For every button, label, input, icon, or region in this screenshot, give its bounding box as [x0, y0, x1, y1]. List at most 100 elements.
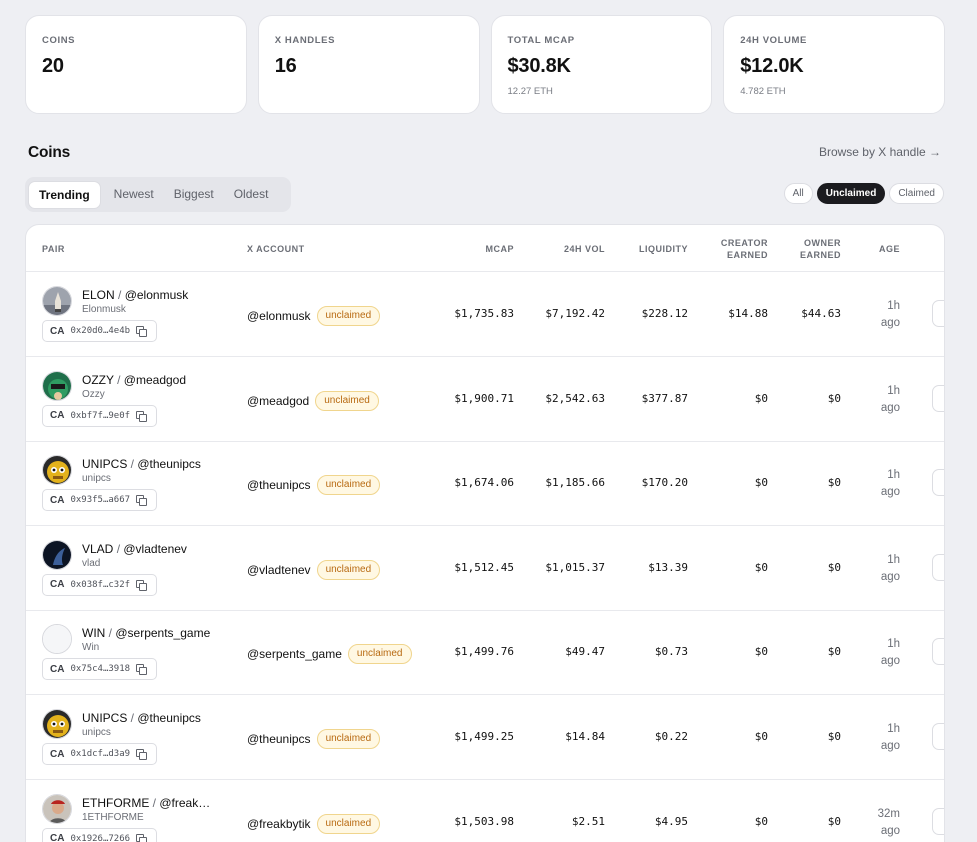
pair-separator: / [114, 288, 125, 302]
row-action-button[interactable] [932, 638, 944, 666]
age-suffix: ago [880, 317, 900, 329]
person-avatar [42, 793, 72, 824]
yellow-character-avatar [42, 455, 72, 486]
contract-address-copy[interactable]: CA 0x038f…c32f [42, 573, 157, 596]
creator-earned-value: $14.88 [728, 307, 768, 320]
owner-earned-value: $0 [827, 476, 841, 490]
filter-all[interactable]: All [783, 183, 813, 204]
table-row[interactable]: VLAD / @vladtenev vlad CA 0x038f…c32f @vladt… [26, 526, 944, 611]
stat-label: 24H VOLUME [740, 35, 807, 46]
filter-unclaimed[interactable]: Unclaimed [816, 183, 886, 204]
contract-address: 0x038f…c32f [70, 579, 131, 590]
mcap-value: $1,674.06 [454, 476, 514, 490]
contract-address-copy[interactable]: CA 0x1926…7266 [42, 827, 157, 842]
creator-earned-value: $0 [754, 645, 768, 659]
tab-biggest[interactable]: Biggest [164, 181, 224, 208]
row-action-button[interactable] [932, 300, 944, 327]
stat-value: $30.8K [507, 55, 571, 77]
contract-address-copy[interactable]: CA 0x20d0…4e4b [42, 320, 157, 342]
row-action-button[interactable] [932, 807, 944, 835]
stat-label: COINS [42, 35, 76, 46]
creator-earned-value: $0 [754, 814, 768, 828]
pair-handle: @theunipcs [137, 457, 201, 472]
mcap-value: $1,503.98 [454, 814, 514, 828]
contract-address: 0x20d0…4e4b [70, 326, 131, 336]
header-creator-line1: CREATOR [720, 238, 768, 248]
copy-icon[interactable] [136, 749, 148, 760]
pair-name[interactable]: UNIPCS / @theunipcs [82, 457, 201, 471]
pair-name[interactable]: VLAD / @vladtenev [82, 542, 187, 556]
header-24h-vol: 24H VOL [563, 244, 605, 254]
pair-name[interactable]: ELON / @elonmusk [82, 288, 188, 302]
age-suffix: ago [880, 740, 900, 752]
liquidity-value: $0.22 [654, 730, 688, 743]
pair-name[interactable]: WIN / @serpents_game [82, 626, 210, 640]
header-liquidity: LIQUIDITY [639, 244, 688, 254]
filter-claimed[interactable]: Claimed [889, 183, 944, 204]
creator-earned-value: $0 [754, 476, 768, 490]
row-action-button[interactable] [932, 723, 944, 750]
tab-newest[interactable]: Newest [104, 181, 164, 208]
status-badge: unclaimed [316, 729, 381, 749]
contract-address-copy[interactable]: CA 0x93f5…a667 [42, 489, 157, 512]
age-suffix: ago [880, 824, 900, 837]
stat-card-24h-volume: 24H VOLUME $12.0K 4.782 ETH [723, 15, 945, 114]
status-badge: unclaimed [316, 306, 381, 326]
x-account-cell: @theunipcs unclaimed [247, 475, 381, 496]
copy-icon[interactable] [136, 410, 148, 422]
x-account-link[interactable]: @meadgod [247, 394, 309, 408]
copy-icon[interactable] [136, 326, 148, 337]
owner-earned-value: $44.63 [801, 307, 841, 320]
owner-earned-value: $0 [827, 560, 841, 574]
table-row[interactable]: UNIPCS / @theunipcs unipcs CA 0x1dcf…d3a9 @t… [26, 695, 944, 780]
x-account-link[interactable]: @serpents_game [247, 647, 342, 661]
x-account-link[interactable]: @freakbytik [247, 817, 311, 831]
pair-name[interactable]: OZZY / @meadgod [82, 373, 186, 387]
contract-address-copy[interactable]: CA 0x1dcf…d3a9 [42, 743, 157, 765]
copy-icon[interactable] [136, 579, 148, 591]
24h-vol-value: $2,542.63 [545, 391, 605, 405]
copy-icon[interactable] [136, 495, 148, 507]
ca-label: CA [50, 748, 65, 760]
copy-icon[interactable] [136, 833, 148, 842]
tab-oldest[interactable]: Oldest [224, 181, 279, 208]
row-action-button[interactable] [932, 469, 944, 497]
header-age: AGE [878, 244, 900, 254]
table-row[interactable]: OZZY / @meadgod Ozzy CA 0xbf7f…9e0f @meadgod… [26, 357, 944, 442]
x-account-link[interactable]: @elonmusk [247, 309, 311, 323]
table-row[interactable]: WIN / @serpents_game Win CA 0x75c4…3918 @ser… [26, 610, 944, 696]
coin-name: unipcs [82, 727, 111, 738]
24h-vol-value: $7,192.42 [545, 307, 605, 320]
x-account-cell: @serpents_game unclaimed [247, 644, 412, 665]
pair-handle: @freak… [159, 795, 211, 810]
x-account-link[interactable]: @theunipcs [247, 478, 311, 492]
contract-address-copy[interactable]: CA 0xbf7f…9e0f [42, 404, 157, 427]
stat-value: $12.0K [740, 55, 804, 77]
pair-name[interactable]: UNIPCS / @theunipcs [82, 711, 201, 725]
header-pair: PAIR [42, 244, 65, 254]
x-account-link[interactable]: @vladtenev [247, 563, 311, 577]
header-owner-line2: EARNED [799, 250, 841, 260]
mcap-value: $1,499.76 [454, 645, 514, 659]
row-action-button[interactable] [932, 384, 944, 412]
table-row[interactable]: UNIPCS / @theunipcs unipcs CA 0x93f5…a667 @t… [26, 441, 944, 527]
ca-label: CA [50, 663, 65, 675]
tab-trending[interactable]: Trending [28, 180, 101, 209]
pair-ticker: OZZY [82, 372, 114, 387]
header-owner-line1: OWNER [804, 238, 841, 248]
table-row[interactable]: ETHFORME / @freak… 1ETHFORME CA 0x1926…7266… [26, 780, 944, 842]
age-value: 1h [887, 553, 900, 566]
liquidity-value: $377.87 [641, 391, 688, 405]
x-account-link[interactable]: @theunipcs [247, 732, 311, 746]
browse-by-x-handle-link[interactable]: Browse by X handle → [819, 145, 941, 159]
ca-label: CA [50, 494, 65, 506]
stats-row: COINS 20 X HANDLES 16 TOTAL MCAP $30.8K … [25, 15, 945, 114]
pair-ticker: UNIPCS [82, 457, 128, 472]
contract-address-copy[interactable]: CA 0x75c4…3918 [42, 658, 157, 681]
section-title: Coins [28, 144, 71, 161]
pair-name[interactable]: ETHFORME / @freak… [82, 796, 210, 810]
row-action-button[interactable] [932, 553, 944, 581]
table-row[interactable]: ELON / @elonmusk Elonmusk CA 0x20d0…4e4b @el… [26, 272, 944, 357]
copy-icon[interactable] [136, 664, 148, 676]
age-suffix: ago [880, 401, 900, 414]
